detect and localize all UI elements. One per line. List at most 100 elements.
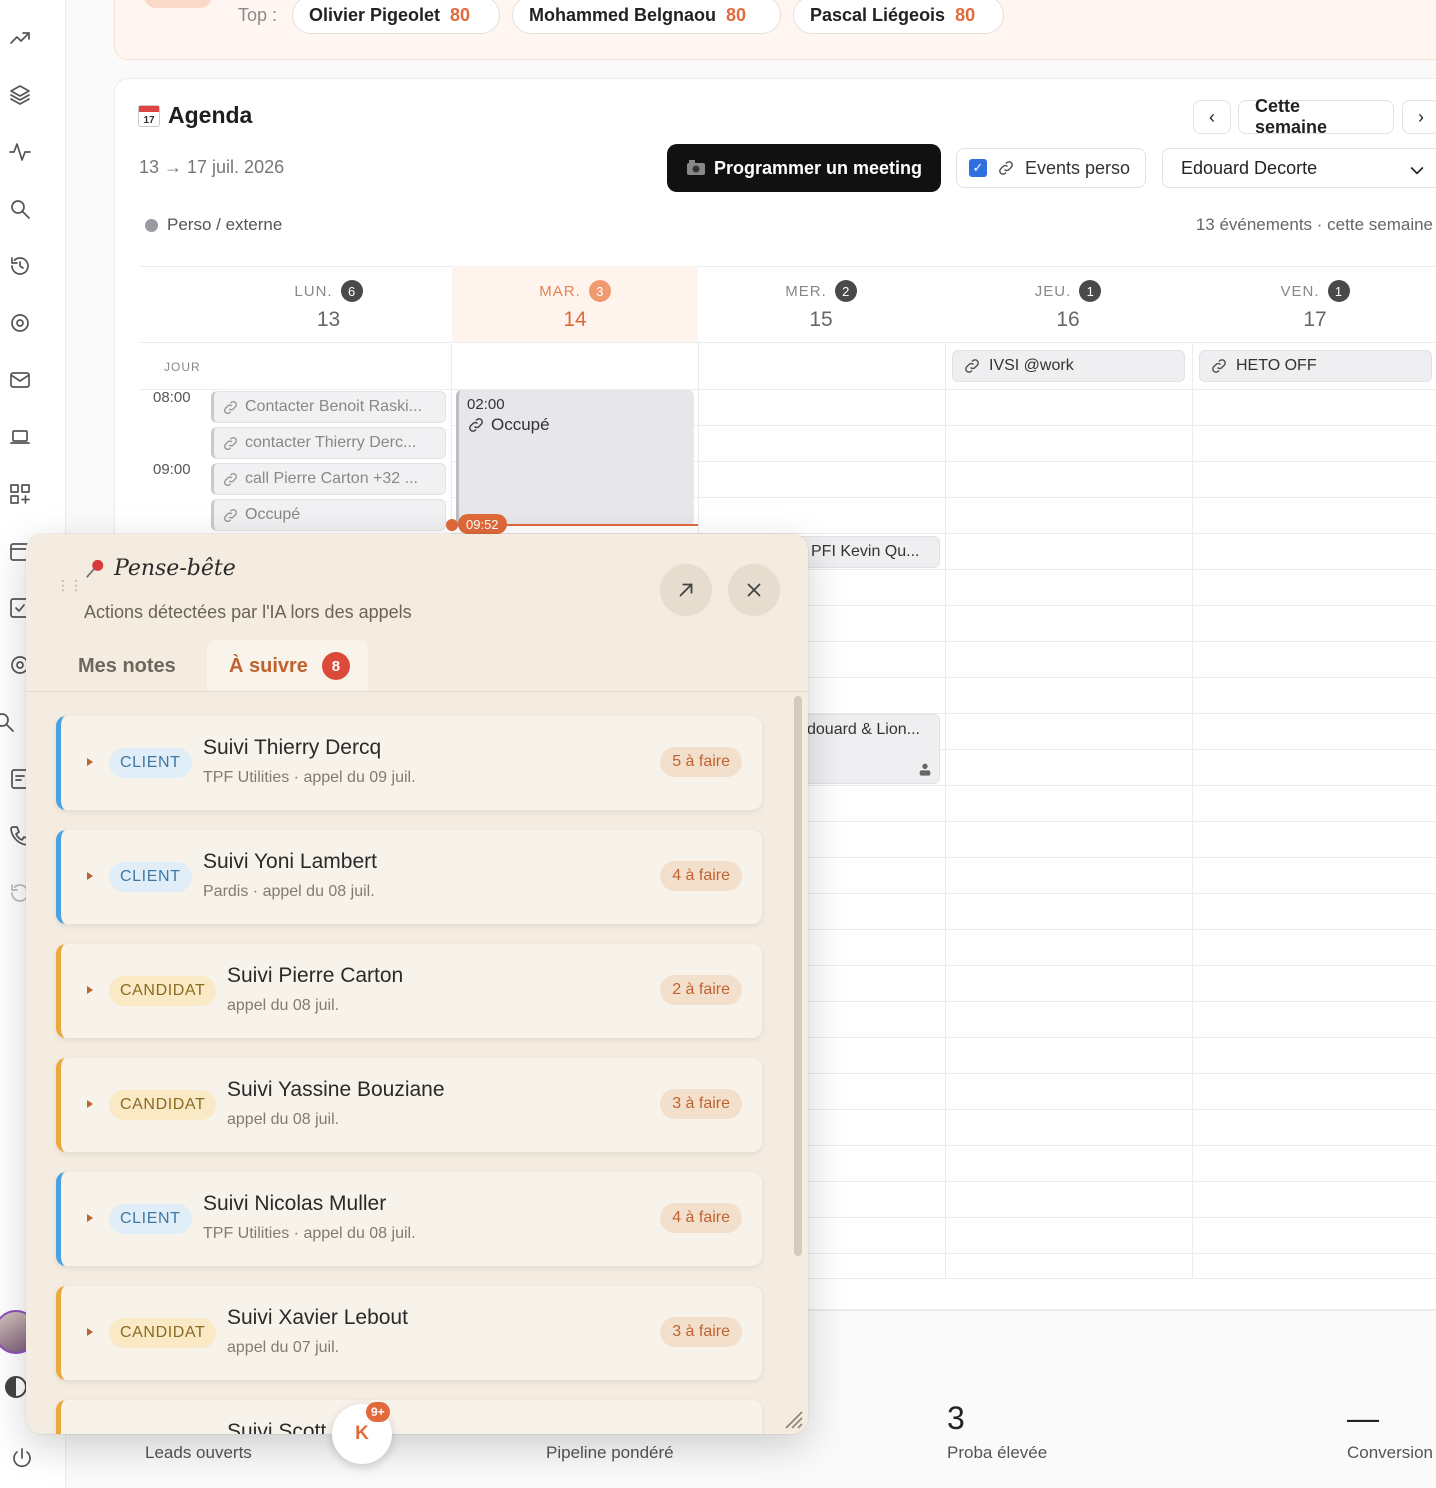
follow-up-card[interactable]: CANDIDAT Suivi Yassine Bouziane appel du…: [56, 1058, 762, 1152]
calendar-event[interactable]: Contacter Benoit Raski...: [211, 391, 446, 423]
day-header-wed[interactable]: MER. 2 15: [698, 266, 944, 342]
day-header-fri[interactable]: VEN. 1 17: [1192, 266, 1436, 342]
activity-icon[interactable]: [6, 138, 34, 166]
day-count-badge: 6: [340, 280, 363, 302]
trending-icon[interactable]: [6, 24, 34, 52]
expand-caret-icon[interactable]: [87, 1328, 93, 1336]
link-icon: [965, 359, 979, 373]
now-dot: [446, 519, 458, 531]
leader-score: 80: [955, 4, 976, 25]
day-header-mon[interactable]: LUN. 6 13: [206, 266, 451, 342]
legend-label: Perso / externe: [167, 215, 283, 234]
follow-up-card[interactable]: CLIENT Suivi Yoni Lambert Pardis · appel…: [56, 830, 762, 924]
calendar-event-label: PFI Kevin Qu...: [811, 543, 920, 560]
agenda-title: 17 Agenda: [138, 102, 252, 129]
scrollbar[interactable]: [794, 696, 802, 1256]
todo-count-badge: 4 à faire: [660, 861, 742, 891]
occupied-time: 02:00: [467, 396, 505, 413]
day-name: JEU.: [1034, 282, 1072, 300]
day-number: 17: [1303, 308, 1327, 331]
category-tag: CLIENT: [109, 862, 192, 892]
tab-count-badge: 8: [321, 652, 350, 680]
leader-chip[interactable]: Olivier Pigeolet 80: [292, 0, 500, 34]
day-header-thu[interactable]: JEU. 1 16: [945, 266, 1191, 342]
link-icon: [223, 508, 238, 522]
leader-chip[interactable]: Mohammed Belgnaou 80: [512, 0, 781, 34]
day-header-tue[interactable]: MAR. 3 14: [452, 266, 698, 342]
card-title: Suivi Scott: [227, 1420, 327, 1434]
follow-up-card[interactable]: CANDIDAT Suivi Pierre Carton appel du 08…: [56, 944, 762, 1038]
tab-my-notes[interactable]: Mes notes: [78, 640, 176, 692]
day-number: 16: [1056, 308, 1080, 331]
calendar-event[interactable]: contacter Thierry Derc...: [211, 427, 446, 459]
fab-notification-badge: 9+: [366, 1402, 390, 1422]
tab-to-follow[interactable]: À suivre 8: [207, 640, 368, 692]
layers-icon[interactable]: [6, 81, 34, 109]
expand-button[interactable]: [660, 564, 712, 616]
allday-label: JOUR: [164, 360, 201, 374]
target-icon[interactable]: [6, 309, 34, 337]
expand-caret-icon[interactable]: [87, 758, 93, 766]
expand-caret-icon[interactable]: [87, 986, 93, 994]
power-icon[interactable]: [8, 1444, 36, 1472]
allday-event[interactable]: HETO OFF: [1199, 350, 1432, 382]
events-perso-checkbox[interactable]: ✓: [969, 159, 987, 177]
card-title: Suivi Thierry Dercq: [203, 736, 382, 759]
search-zoom-icon[interactable]: [6, 195, 34, 223]
expand-caret-icon[interactable]: [87, 1214, 93, 1222]
leader-chip[interactable]: Pascal Liégeois 80: [793, 0, 1004, 34]
allday-event-label: HETO OFF: [1236, 357, 1317, 374]
expand-caret-icon[interactable]: [87, 1100, 93, 1108]
day-count-badge: 3: [588, 280, 611, 302]
user-select[interactable]: Edouard Decorte: [1162, 148, 1436, 188]
calendar-event[interactable]: call Pierre Carton +32 ...: [211, 463, 446, 495]
category-tag: CANDIDAT: [109, 1090, 217, 1120]
drag-handle[interactable]: ⋮⋮: [56, 578, 83, 592]
prev-week-button[interactable]: ‹: [1193, 100, 1231, 134]
date-range: 13 → 17 juil. 2026: [139, 157, 285, 177]
calendar-emoji-day: 17: [143, 114, 155, 126]
day-number: 15: [809, 308, 833, 331]
history-icon[interactable]: [6, 252, 34, 280]
apps-icon[interactable]: [6, 480, 34, 508]
calendar-event[interactable]: Occupé: [211, 499, 446, 531]
link-icon: [1212, 359, 1226, 373]
events-perso-toggle[interactable]: ✓ Events perso: [956, 148, 1146, 188]
allday-event[interactable]: IVSI @work: [952, 350, 1185, 382]
todo-count-badge: 3 à faire: [660, 1317, 742, 1347]
calendar-event-label: Contacter Benoit Raski...: [245, 398, 422, 415]
category-tag: CLIENT: [109, 1204, 192, 1234]
day-count-badge: 1: [1327, 280, 1350, 302]
follow-up-card[interactable]: CLIENT Suivi Nicolas Muller TPF Utilitie…: [56, 1172, 762, 1266]
contrast-icon[interactable]: [5, 1376, 27, 1398]
card-title: Suivi Yoni Lambert: [203, 850, 377, 873]
panel-title: Pense-bête: [84, 556, 236, 581]
search-icon[interactable]: [0, 708, 18, 736]
schedule-meeting-button[interactable]: Programmer un meeting: [667, 144, 941, 192]
leader-name: Olivier Pigeolet: [309, 4, 441, 25]
top-label: Top :: [238, 5, 278, 25]
card-subtitle: TPF Utilities · appel du 08 juil.: [203, 1225, 416, 1242]
resize-handle-icon[interactable]: [780, 1406, 804, 1430]
follow-up-card[interactable]: Suivi Scott: [56, 1400, 762, 1434]
stat-value: —: [1347, 1400, 1379, 1436]
day-name: MAR.: [539, 282, 581, 300]
events-perso-label: Events perso: [1025, 157, 1131, 178]
camera-icon: [686, 160, 705, 175]
todo-count-badge: 5 à faire: [660, 747, 742, 777]
card-title: Suivi Nicolas Muller: [203, 1192, 387, 1215]
agenda-title-text: Agenda: [168, 102, 253, 128]
day-count-badge: 1: [1079, 280, 1102, 302]
next-week-button[interactable]: ›: [1402, 100, 1436, 134]
link-icon: [223, 472, 238, 486]
mail-icon[interactable]: [6, 366, 34, 394]
occupied-event[interactable]: 02:00 Occupé: [456, 390, 694, 526]
follow-up-card[interactable]: CANDIDAT Suivi Xavier Lebout appel du 07…: [56, 1286, 762, 1380]
follow-up-card[interactable]: CLIENT Suivi Thierry Dercq TPF Utilities…: [56, 716, 762, 810]
close-button[interactable]: [728, 564, 780, 616]
card-title: Suivi Xavier Lebout: [227, 1306, 408, 1329]
this-week-button[interactable]: Cette semaine: [1238, 96, 1394, 137]
devices-icon[interactable]: [6, 423, 34, 451]
expand-caret-icon[interactable]: [87, 872, 93, 880]
user-select-value: Edouard Decorte: [1181, 157, 1318, 178]
